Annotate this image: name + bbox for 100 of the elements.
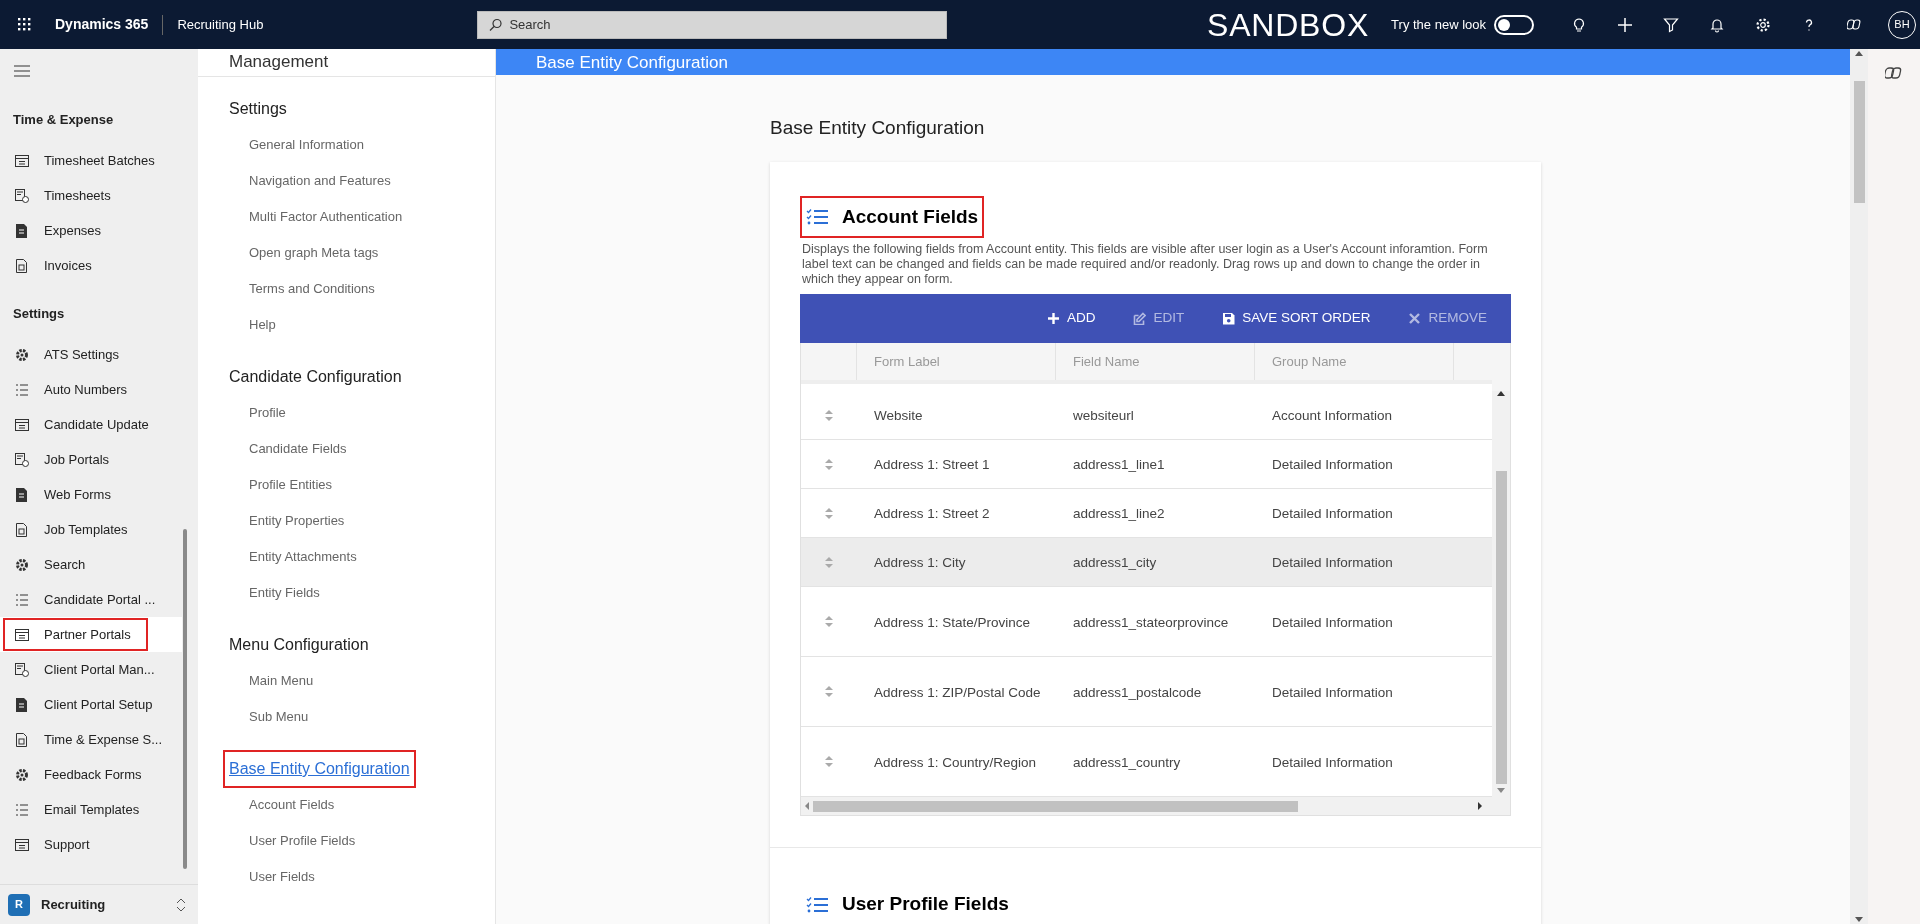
sidebar-item-icon xyxy=(14,731,30,748)
sidebar-item-icon xyxy=(14,661,30,678)
search-icon xyxy=(489,17,503,31)
menu-icon[interactable] xyxy=(14,65,30,77)
nav-link[interactable]: Sub Menu xyxy=(249,707,309,727)
table-cell: Address 1: Street 2 xyxy=(874,506,990,521)
sidebar-item-icon xyxy=(14,696,30,713)
sidebar-item-icon xyxy=(14,556,30,573)
table-cell: Account Information xyxy=(1272,408,1393,423)
sidebar-item[interactable]: Client Portal Setup xyxy=(0,687,182,722)
drag-handle-icon[interactable] xyxy=(825,556,833,568)
nav-link[interactable]: Help xyxy=(249,315,276,335)
app-area[interactable]: Recruiting Hub xyxy=(177,14,478,35)
filter-icon[interactable] xyxy=(1663,16,1679,33)
sidebar-item[interactable]: Timesheets xyxy=(0,178,182,213)
plus-icon xyxy=(1046,312,1060,325)
sidebar-item-icon xyxy=(14,222,30,239)
nav-link[interactable]: Account Fields xyxy=(249,795,335,815)
sidebar-item[interactable]: Expenses xyxy=(0,213,182,248)
nav-link[interactable]: General Information xyxy=(249,135,364,155)
close-icon xyxy=(1408,312,1422,325)
nav-link[interactable]: Terms and Conditions xyxy=(249,279,375,299)
sidebar-item[interactable]: Candidate Update xyxy=(0,407,182,442)
nav-link[interactable]: Candidate Fields xyxy=(249,439,347,459)
section-heading: User Profile Fields xyxy=(842,892,1009,916)
drag-handle-icon[interactable] xyxy=(825,507,833,519)
sidebar-item[interactable]: Feedback Forms xyxy=(0,757,182,792)
drag-handle-icon[interactable] xyxy=(825,756,833,767)
lightbulb-icon[interactable] xyxy=(1571,16,1587,33)
vertical-scrollbar[interactable] xyxy=(1492,391,1510,815)
section-heading: Account Fields xyxy=(800,195,985,238)
table-cell: Detailed Information xyxy=(1272,506,1393,521)
sidebar-item[interactable]: Job Templates xyxy=(0,512,182,547)
table-cell: Detailed Information xyxy=(1272,457,1393,472)
sidebar-item[interactable]: Email Templates xyxy=(0,792,182,827)
sidebar-item[interactable]: Partner Portals xyxy=(0,617,182,652)
table-cell: Address 1: Country/Region xyxy=(874,754,1037,770)
plus-icon[interactable] xyxy=(1617,16,1633,33)
nav-section-title[interactable]: Settings xyxy=(223,90,293,128)
copilot-icon[interactable] xyxy=(1885,64,1903,82)
copilot-icon[interactable] xyxy=(1847,16,1863,33)
sidebar-item[interactable]: Client Portal Man... xyxy=(0,652,182,687)
horizontal-scrollbar[interactable] xyxy=(801,797,1492,815)
table-cell: Address 1: ZIP/Postal Code xyxy=(874,684,1041,700)
table-cell: Address 1: Street 1 xyxy=(874,457,990,472)
nav-link[interactable]: User Profile Fields xyxy=(249,831,356,851)
sidebar-item[interactable]: Time & Expense S... xyxy=(0,722,182,757)
nav-link[interactable]: Main Menu xyxy=(249,671,314,691)
nav-link[interactable]: Open graph Meta tags xyxy=(249,243,379,263)
scrollbar-thumb[interactable] xyxy=(1853,81,1865,203)
page-banner: Base Entity Configuration xyxy=(496,49,1850,75)
sidebar-item[interactable]: Auto Numbers xyxy=(0,372,182,407)
sidebar-item[interactable]: Web Forms xyxy=(0,477,182,512)
table-cell: address1_country xyxy=(1073,754,1181,770)
new-look-toggle[interactable] xyxy=(1494,14,1534,35)
sidebar-item-icon xyxy=(14,381,30,398)
nav-link[interactable]: Entity Properties xyxy=(249,511,345,531)
nav-link[interactable]: Profile Entities xyxy=(249,475,333,495)
area-switcher[interactable]: R Recruiting xyxy=(0,884,198,924)
checklist-icon xyxy=(806,208,828,226)
scrollbar[interactable] xyxy=(1850,49,1868,924)
nav-link[interactable]: Navigation and Features xyxy=(249,171,391,191)
scroll-down-icon[interactable] xyxy=(1855,917,1863,922)
nav-link[interactable]: Profile xyxy=(249,403,286,423)
sidebar-item-icon xyxy=(14,257,30,274)
sidebar-item-icon xyxy=(14,626,30,643)
nav-section-title[interactable]: Base Entity Configuration xyxy=(223,750,416,788)
sidebar-item[interactable]: Timesheet Batches xyxy=(0,143,182,178)
app-name[interactable]: Dynamics 365 xyxy=(55,14,149,35)
scroll-up-icon[interactable] xyxy=(1855,51,1863,56)
toolbar-button[interactable]: SAVE SORT ORDER xyxy=(1222,308,1371,329)
sidebar-item-icon xyxy=(14,801,30,818)
sidebar-item[interactable]: ATS Settings xyxy=(0,337,182,372)
table-cell: Detailed Information xyxy=(1272,555,1393,570)
drag-handle-icon[interactable] xyxy=(825,458,833,470)
sidebar-item-icon xyxy=(14,451,30,468)
nav-link[interactable]: Entity Attachments xyxy=(249,547,357,567)
sidebar-item[interactable]: Job Portals xyxy=(0,442,182,477)
toolbar-button[interactable]: ADD xyxy=(1046,308,1096,329)
table-row[interactable]: Address 1: City address1_city Detailed Information xyxy=(801,538,1492,587)
drag-handle-icon[interactable] xyxy=(825,616,833,627)
sidebar-item-icon xyxy=(14,766,30,783)
nav-link[interactable]: Entity Fields xyxy=(249,583,320,603)
sidebar-item-icon xyxy=(14,152,30,169)
nav-section-title[interactable]: Menu Configuration xyxy=(223,626,375,664)
app-launcher-icon[interactable] xyxy=(18,18,31,31)
sidebar-item[interactable]: Invoices xyxy=(0,248,182,283)
search-field[interactable]: Search xyxy=(477,10,948,39)
nav-link[interactable]: Multi Factor Authentication xyxy=(249,207,403,227)
sidebar-item[interactable]: Search xyxy=(0,547,182,582)
sidebar-item[interactable]: Candidate Portal ... xyxy=(0,582,182,617)
bell-icon[interactable] xyxy=(1709,16,1725,33)
table-cell: Website xyxy=(874,408,923,423)
settings-icon[interactable] xyxy=(1755,16,1771,33)
section-heading: Settings xyxy=(12,305,66,324)
sidebar-item[interactable]: Support xyxy=(0,827,182,862)
drag-handle-icon[interactable] xyxy=(825,686,833,697)
nav-section-title[interactable]: Candidate Configuration xyxy=(223,358,408,396)
drag-handle-icon[interactable] xyxy=(825,409,833,421)
nav-link[interactable]: User Fields xyxy=(249,867,315,887)
